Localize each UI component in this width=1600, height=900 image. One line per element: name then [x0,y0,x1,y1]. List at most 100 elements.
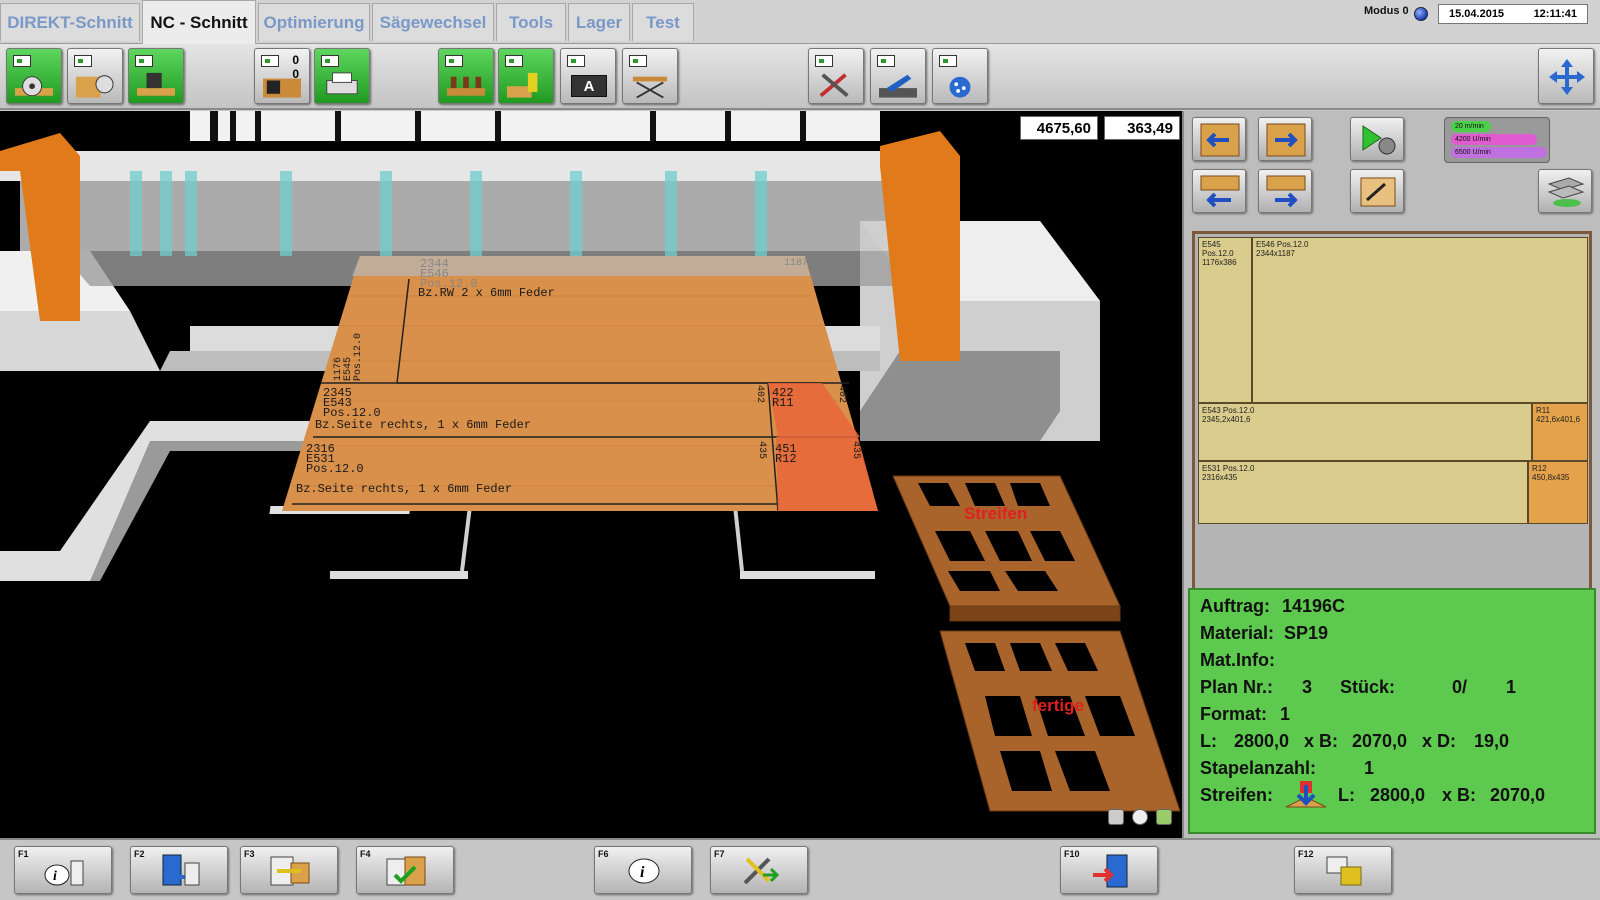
board-rest-dim-mid: 402 [836,384,848,404]
machine-scene [0,111,1181,812]
status-led-icon [1414,7,1428,21]
f2-button[interactable]: F2 [130,846,228,894]
f4-button[interactable]: F4 [356,846,454,894]
clamps-button[interactable] [438,48,494,104]
stueck-done: 0/ [1452,677,1468,697]
shift-right-button[interactable] [1258,117,1312,161]
board-note-top: Bz.RW 2 x 6mm Feder [418,286,555,300]
tab-lager[interactable]: Lager [568,3,630,41]
stueck-total: 1 [1506,677,1517,697]
tab-nc-schnitt[interactable]: NC - Schnitt [142,0,256,44]
f10-label: F10 [1064,849,1080,859]
part-name: E545 Pos.12.0 [1202,240,1234,258]
checklist-icon [386,856,426,886]
tab-optimierung[interactable]: Optimierung [258,3,370,41]
date-text: 15.04.2015 [1449,8,1505,20]
mode-a-button[interactable]: A [560,48,616,104]
stack-view-button[interactable] [1538,169,1592,213]
f1-button[interactable]: F1 i [14,846,112,894]
saw-cut-button[interactable] [6,48,62,104]
order-info-panel: Auftrag: 14196C Material: SP19 Mat.Info:… [1188,588,1596,834]
arrow-right-board-icon [1266,123,1306,157]
strip-width-value: 2070,0 [1490,785,1546,805]
datetime-box: 15.04.2015 12:11:41 [1438,4,1588,24]
f3-button[interactable]: F3 [240,846,338,894]
view-3d-icon[interactable] [1156,809,1172,825]
format-value: 1 [1280,704,1291,724]
edit-hand-icon [1360,177,1396,207]
f12-button[interactable]: F12 [1294,846,1392,894]
coordinate-x: 4675,60 [1020,116,1098,140]
view-rotate-icon[interactable] [1132,809,1148,825]
layout-part-r12[interactable]: R12 450,8x435 [1528,461,1588,524]
stack-layers-icon [1547,177,1585,207]
coordinate-y: 363,49 [1104,116,1180,140]
feed-speed: 20 m/min [1451,121,1491,132]
cleaning-button[interactable] [870,48,926,104]
strip-down-icon[interactable] [1282,779,1330,811]
board-rest-dim-bot: 435 [850,440,862,460]
material-label: Material: [1200,623,1275,643]
part-dims: 2344x1187 [1256,249,1295,258]
saw-raise-button[interactable] [67,48,123,104]
shift-left-small-button[interactable] [1192,169,1246,213]
lift-table-button[interactable] [622,48,678,104]
layout-part-r11[interactable]: R11 421,6x401,6 [1532,403,1588,461]
plan-label: Plan Nr.: [1200,677,1274,697]
edit-plan-button[interactable] [1350,169,1404,213]
tab-direkt-schnitt[interactable]: DIREKT-Schnitt [0,3,140,41]
board-label-top: 2344 E546 Pos.12.0 [420,257,478,291]
right-panel: 20 m/min 4200 U/min 6500 U/min E545 Pos.… [1182,111,1600,838]
part-name: E531 Pos.12.0 [1202,464,1255,473]
f10-button[interactable]: F10 [1060,846,1158,894]
mode-a-label: A [571,75,607,97]
board-note-bot: Bz.Seite rechts, 1 x 6mm Feder [296,482,513,496]
saw-angle-icon [76,75,114,98]
f1-label: F1 [18,849,29,859]
arrow-right-icon [1266,175,1306,208]
f12-label: F12 [1298,849,1314,859]
lift-table-icon [632,76,668,99]
layout-part-e531[interactable]: E531 Pos.12.0 2316x435 [1198,461,1528,524]
wrench-hammer-icon [819,73,849,98]
tab-tools[interactable]: Tools [496,3,566,41]
print-button[interactable] [314,48,370,104]
layout-part-e543[interactable]: E543 Pos.12.0 2345,2x401,6 [1198,403,1532,461]
board-label-left: 1176 E545 Pos.12.0 [333,332,364,381]
lubrication-button[interactable] [932,48,988,104]
windows-icon [1326,856,1362,886]
view-front-icon[interactable] [1108,809,1124,825]
part-dims: 2316x435 [1202,473,1238,482]
transfer-icon [270,856,310,886]
part-dims: 2345,2x401,6 [1202,415,1251,424]
tool-service-button[interactable] [808,48,864,104]
info-icon: i [628,858,660,884]
board-dim-mid: 402 [754,384,766,404]
board-dim-bot: 435 [756,440,768,460]
plan-value: 3 [1302,677,1313,697]
pusher-button[interactable] [498,48,554,104]
board-rest-bot: 451 R12 [775,442,797,466]
shift-left-button[interactable] [1192,117,1246,161]
layout-part-e546[interactable]: E546 Pos.12.0 2344x1187 [1252,237,1588,403]
counter-top: 0 [292,53,299,67]
scoring-button[interactable] [128,48,184,104]
f7-button[interactable]: F7 [710,846,808,894]
scoring-saw-icon [137,72,175,96]
label-counter-button[interactable]: 0 0 [254,48,310,104]
part-dims: 421,6x401,6 [1536,415,1581,424]
arrow-left-icon [1200,175,1240,208]
board-label-bot: 2316 E531 Pos.12.0 [306,442,364,476]
layout-part-e545[interactable]: E545 Pos.12.0 1176x386 [1198,237,1252,403]
navigation-button[interactable] [1538,48,1594,104]
f6-button[interactable]: F6 i [594,846,692,894]
shift-right-small-button[interactable] [1258,169,1312,213]
label-printer-icon [263,78,301,98]
tab-saegewechsel[interactable]: Sägewechsel [372,3,494,41]
machine-3d-view[interactable]: 2344 E546 Pos.12.0 Bz.RW 2 x 6mm Feder 1… [0,111,1182,838]
tab-test[interactable]: Test [632,3,694,41]
auftrag-label: Auftrag: [1200,596,1270,616]
lubrication-icon [949,76,971,98]
time-text: 12:11:41 [1533,8,1577,20]
start-program-button[interactable] [1350,117,1404,161]
